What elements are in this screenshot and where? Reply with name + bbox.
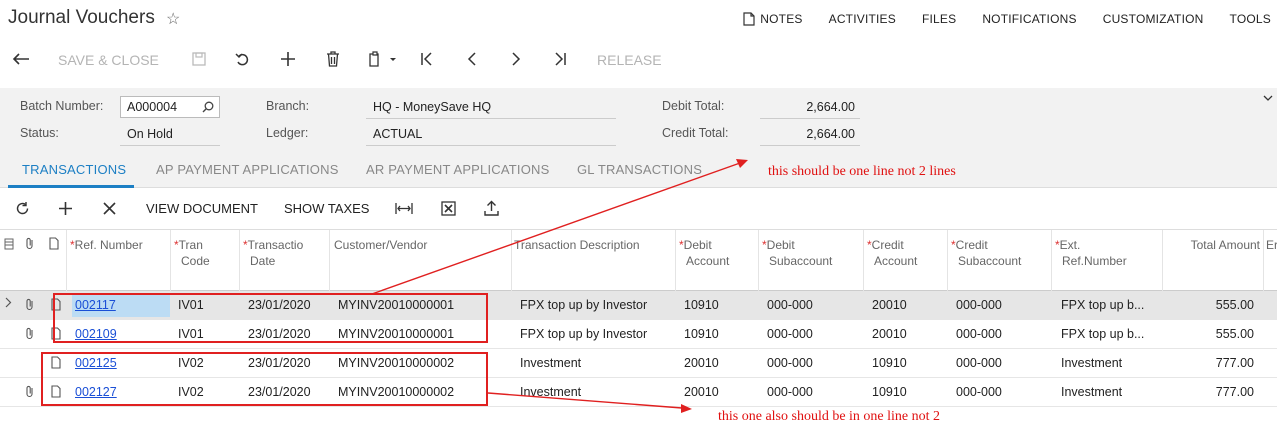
annotation-note-2: this one also should be in one line not … bbox=[718, 409, 941, 424]
annotation-arrows bbox=[371, 159, 748, 413]
annotation-note-1: this should be one line not 2 lines bbox=[768, 164, 956, 179]
